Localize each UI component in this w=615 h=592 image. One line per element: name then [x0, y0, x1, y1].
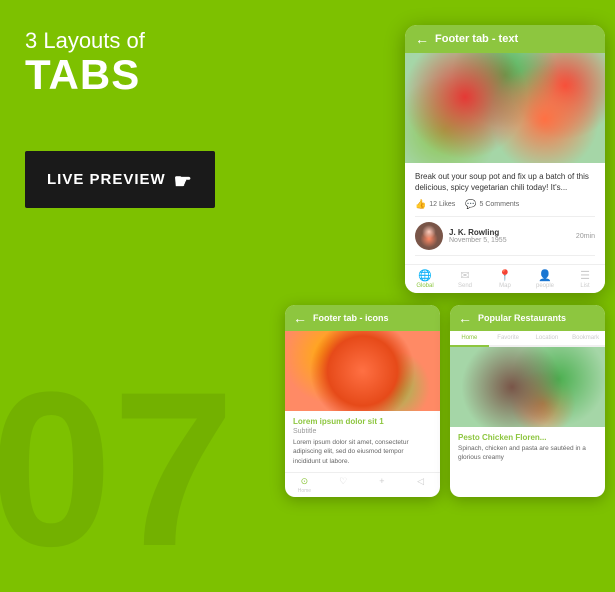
- ps2-tab-bookmark[interactable]: Bookmark: [566, 331, 605, 345]
- globe-icon: 🌐: [418, 269, 432, 282]
- ps1-tab-3[interactable]: +: [363, 476, 402, 494]
- phone-small2-content-title: Pesto Chicken Floren...: [458, 433, 597, 442]
- comment-icon: 💬: [465, 199, 476, 210]
- tab-list-label: List: [580, 283, 589, 289]
- phone-small2-header: ← Popular Restaurants: [450, 305, 605, 331]
- author-name: J. K. Rowling: [449, 228, 570, 237]
- back-arrow-icon-2: ←: [293, 310, 307, 326]
- author-avatar: [415, 222, 443, 250]
- food-image-small1: [285, 331, 440, 411]
- tab-people[interactable]: 👤 people: [525, 269, 565, 289]
- ps1-tab1-label: Home: [298, 488, 311, 494]
- tab-global[interactable]: 🌐 Global: [405, 269, 445, 289]
- tab-map[interactable]: 📍 Map: [485, 269, 525, 289]
- ps2-tab-home[interactable]: Home: [450, 331, 489, 347]
- phone-small1-subtitle: Subtitle: [293, 428, 432, 435]
- phone-main-header: ← Footer tab - text: [405, 25, 605, 53]
- phone-main-hero-image: [405, 53, 605, 163]
- phone-main-content: Break out your soup pot and fix up a bat…: [405, 163, 605, 264]
- ps1-tab-1[interactable]: ⊙ Home: [285, 476, 324, 494]
- phones-row: ← Footer tab - icons Lorem ipsum dolor s…: [285, 305, 605, 496]
- phone-small1-tab-bar: ⊙ Home ♡ + ◁: [285, 472, 440, 497]
- map-icon: 📍: [498, 269, 512, 282]
- author-date: November 5, 1955: [449, 237, 570, 244]
- phone-small2-tabs: Home Favorite Location Bookmark: [450, 331, 605, 347]
- phone-small-1: ← Footer tab - icons Lorem ipsum dolor s…: [285, 305, 440, 496]
- phone-main-title: Footer tab - text: [435, 33, 518, 45]
- likes-item: 👍 12 Likes: [415, 199, 455, 210]
- phone-main-description: Break out your soup pot and fix up a bat…: [415, 171, 595, 193]
- author-info: J. K. Rowling November 5, 1955: [449, 228, 570, 244]
- cursor-icon: ☛: [174, 169, 193, 194]
- ps1-tab-2[interactable]: ♡: [324, 476, 363, 494]
- button-label: LIVE PREVIEW: [47, 171, 166, 188]
- tab-send[interactable]: ✉ Send: [445, 269, 485, 289]
- tab-list[interactable]: ☰ List: [565, 269, 605, 289]
- left-panel: 3 Layouts of TABS LIVE PREVIEW ☛: [25, 28, 215, 208]
- tab-send-label: Send: [458, 283, 472, 289]
- ps1-add-icon: +: [379, 476, 384, 486]
- main-title: TABS: [25, 54, 215, 96]
- avatar-image: [415, 222, 443, 250]
- phone-small1-desc: Lorem ipsum dolor sit amet, consectetur …: [293, 438, 432, 465]
- phone-small-2: ← Popular Restaurants Home Favorite Loca…: [450, 305, 605, 496]
- ps1-search-icon: ♡: [339, 476, 347, 487]
- read-time: 20min: [576, 233, 595, 240]
- tab-people-label: people: [536, 283, 554, 289]
- back-arrow-icon: ←: [415, 31, 429, 47]
- phone-main-tab-bar: 🌐 Global ✉ Send 📍 Map 👤 people ☰ List: [405, 264, 605, 293]
- phones-container: ← Footer tab - text Break out your soup …: [285, 25, 605, 497]
- tab-map-label: Map: [499, 283, 511, 289]
- phone-small1-header: ← Footer tab - icons: [285, 305, 440, 331]
- ps2-tab-location[interactable]: Location: [528, 331, 567, 345]
- ps1-home-icon: ⊙: [301, 476, 309, 487]
- ps1-person-icon: ◁: [417, 476, 424, 487]
- food-image-main: [405, 53, 605, 163]
- live-preview-button[interactable]: LIVE PREVIEW ☛: [25, 151, 215, 208]
- tab-global-label: Global: [416, 283, 433, 289]
- phone-small1-content-title: Lorem ipsum dolor sit 1: [293, 417, 432, 426]
- ps2-tab-favorite[interactable]: Favorite: [489, 331, 528, 345]
- phone-small2-content: Pesto Chicken Floren... Spinach, chicken…: [450, 427, 605, 468]
- food-image-small2: [450, 347, 605, 427]
- phone-small1-content: Lorem ipsum dolor sit 1 Subtitle Lorem i…: [285, 411, 440, 471]
- comments-item: 💬 5 Comments: [465, 199, 519, 210]
- comments-count: 5 Comments: [480, 201, 520, 208]
- send-icon: ✉: [460, 269, 469, 282]
- phone-main: ← Footer tab - text Break out your soup …: [405, 25, 605, 293]
- phone-main-meta: 👍 12 Likes 💬 5 Comments: [415, 199, 595, 210]
- phone-small1-hero: [285, 331, 440, 411]
- thumbs-up-icon: 👍: [415, 199, 426, 210]
- list-icon: ☰: [580, 269, 590, 282]
- phone-small1-title: Footer tab - icons: [313, 313, 389, 323]
- phone-small2-hero: [450, 347, 605, 427]
- phone-small2-title: Popular Restaurants: [478, 313, 566, 323]
- likes-count: 12 Likes: [429, 201, 455, 208]
- phone-author-row: J. K. Rowling November 5, 1955 20min: [415, 216, 595, 256]
- ps1-tab-4[interactable]: ◁: [401, 476, 440, 494]
- back-arrow-icon-3: ←: [458, 310, 472, 326]
- people-icon: 👤: [538, 269, 552, 282]
- phone-small2-desc: Spinach, chicken and pasta are sautéed i…: [458, 444, 597, 462]
- watermark-number: 07: [0, 359, 235, 579]
